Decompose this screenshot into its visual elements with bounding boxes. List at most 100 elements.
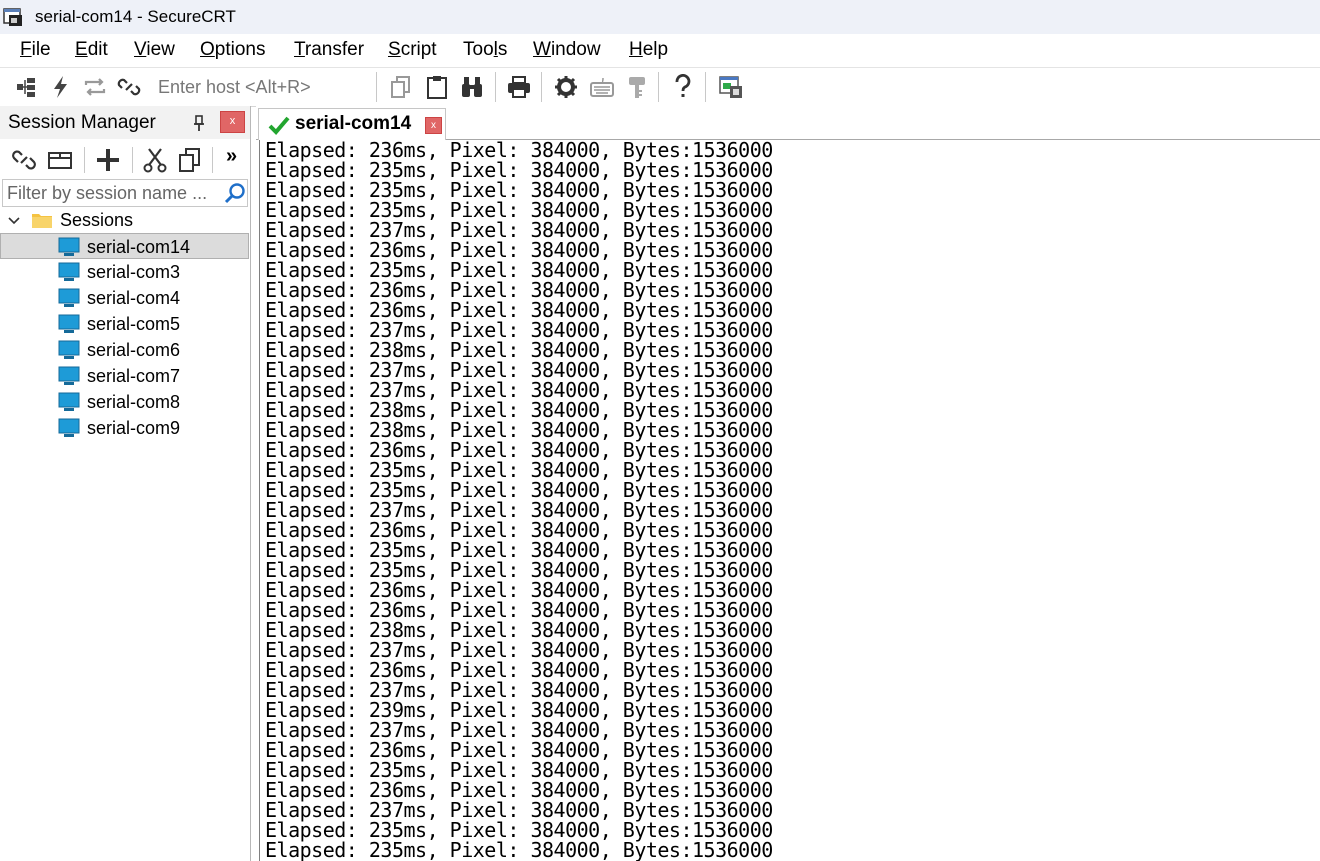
close-icon: x [431, 120, 436, 131]
session-label: serial-com7 [87, 366, 181, 386]
session-manager-panel: Session Manager x » Filter by session na… [0, 106, 251, 861]
terminal-line: Elapsed: 236ms, Pixel: 384000, Bytes:153… [265, 598, 773, 622]
menu-tools[interactable]: Tools [463, 39, 507, 61]
print-icon[interactable] [506, 74, 532, 100]
terminal-line: Elapsed: 235ms, Pixel: 384000, Bytes:153… [265, 478, 773, 502]
search-icon[interactable] [223, 182, 247, 204]
host-input[interactable] [152, 74, 382, 100]
session-item-serial-com14[interactable]: serial-com14 [0, 233, 249, 259]
session-manager-toolbar: » [0, 139, 250, 179]
toolbar-separator [658, 72, 659, 102]
terminal-line: Elapsed: 236ms, Pixel: 384000, Bytes:153… [265, 438, 773, 462]
reconnect-icon[interactable] [82, 74, 108, 100]
serial-session-icon [58, 418, 80, 437]
session-item-serial-com4[interactable]: serial-com4 [0, 285, 249, 311]
paste-icon[interactable] [424, 74, 450, 100]
menu-help[interactable]: Help [629, 39, 668, 61]
terminal-line: Elapsed: 235ms, Pixel: 384000, Bytes:153… [265, 538, 773, 562]
terminal-line: Elapsed: 237ms, Pixel: 384000, Bytes:153… [265, 378, 773, 402]
session-label: serial-com6 [87, 340, 181, 360]
folder-icon [32, 214, 52, 228]
terminal-line: Elapsed: 236ms, Pixel: 384000, Bytes:153… [265, 778, 773, 802]
terminal-line: Elapsed: 237ms, Pixel: 384000, Bytes:153… [265, 358, 773, 382]
session-manager-title: Session Manager [8, 112, 156, 133]
session-item-serial-com5[interactable]: serial-com5 [0, 311, 249, 337]
terminal-line: Elapsed: 236ms, Pixel: 384000, Bytes:153… [265, 238, 773, 262]
menu-file[interactable]: File [20, 39, 51, 61]
menu-transfer[interactable]: Transfer [294, 39, 364, 61]
menu-edit[interactable]: Edit [75, 39, 108, 61]
terminal-line: Elapsed: 236ms, Pixel: 384000, Bytes:153… [265, 518, 773, 542]
tab-serial-com14[interactable]: serial-com14 x [258, 108, 446, 140]
add-session-icon[interactable] [94, 146, 122, 174]
help-icon[interactable] [670, 74, 696, 100]
disconnect-icon[interactable] [116, 74, 142, 100]
terminal-line: Elapsed: 238ms, Pixel: 384000, Bytes:153… [265, 338, 773, 362]
settings-icon[interactable] [553, 74, 579, 100]
terminal-line: Elapsed: 238ms, Pixel: 384000, Bytes:153… [265, 418, 773, 442]
session-manager-close-button[interactable]: x [220, 111, 245, 133]
quick-connect-icon[interactable] [48, 74, 74, 100]
menu-options[interactable]: Options [200, 39, 265, 61]
copy-session-icon[interactable] [176, 146, 204, 174]
session-item-serial-com6[interactable]: serial-com6 [0, 337, 249, 363]
toolbar-separator [84, 147, 85, 173]
toolbar-separator [705, 72, 706, 102]
session-filter-input[interactable] [5, 181, 219, 205]
session-item-serial-com7[interactable]: serial-com7 [0, 363, 249, 389]
session-manager-header: Session Manager x [0, 106, 250, 139]
terminal-line: Elapsed: 237ms, Pixel: 384000, Bytes:153… [265, 678, 773, 702]
tab-close-button[interactable]: x [425, 117, 442, 134]
terminal-line: Elapsed: 235ms, Pixel: 384000, Bytes:153… [265, 558, 773, 582]
title-bar: serial-com14 - SecureCRT [0, 0, 1320, 34]
toolbar-separator [376, 72, 377, 102]
terminal-line: Elapsed: 237ms, Pixel: 384000, Bytes:153… [265, 218, 773, 242]
window-title: serial-com14 - SecureCRT [35, 7, 236, 26]
serial-session-icon [58, 288, 80, 307]
menu-script[interactable]: Script [388, 39, 437, 61]
chevron-down-icon[interactable] [6, 210, 22, 230]
cut-icon[interactable] [141, 146, 169, 174]
terminal-line: Elapsed: 235ms, Pixel: 384000, Bytes:153… [265, 178, 773, 202]
session-tab-strip: serial-com14 x [256, 106, 1320, 140]
terminal-line: Elapsed: 237ms, Pixel: 384000, Bytes:153… [265, 498, 773, 522]
serial-session-icon [58, 262, 80, 281]
copy-icon[interactable] [389, 74, 415, 100]
terminal-line: Elapsed: 235ms, Pixel: 384000, Bytes:153… [265, 198, 773, 222]
pin-icon[interactable] [189, 113, 209, 133]
terminal-line: Elapsed: 235ms, Pixel: 384000, Bytes:153… [265, 838, 773, 861]
session-item-serial-com3[interactable]: serial-com3 [0, 259, 249, 285]
toolbar-separator [541, 72, 542, 102]
terminal-line: Elapsed: 235ms, Pixel: 384000, Bytes:153… [265, 258, 773, 282]
terminal-line: Elapsed: 236ms, Pixel: 384000, Bytes:153… [265, 278, 773, 302]
overflow-chevron-icon[interactable]: » [226, 142, 254, 170]
session-item-serial-com8[interactable]: serial-com8 [0, 389, 249, 415]
session-label: serial-com9 [87, 418, 181, 438]
open-in-tab-icon[interactable] [46, 146, 74, 174]
terminal-line: Elapsed: 236ms, Pixel: 384000, Bytes:153… [265, 738, 773, 762]
session-label: serial-com14 [87, 237, 191, 257]
sessions-folder[interactable]: Sessions [0, 207, 249, 233]
terminal-line: Elapsed: 236ms, Pixel: 384000, Bytes:153… [265, 140, 773, 162]
keymap-icon[interactable] [589, 74, 615, 100]
terminal-line: Elapsed: 235ms, Pixel: 384000, Bytes:153… [265, 158, 773, 182]
toolbar-separator [212, 147, 213, 173]
key-agent-icon[interactable] [624, 74, 650, 100]
terminal-line: Elapsed: 235ms, Pixel: 384000, Bytes:153… [265, 758, 773, 782]
link-icon[interactable] [10, 146, 38, 174]
session-label: serial-com4 [87, 288, 181, 308]
session-item-serial-com9[interactable]: serial-com9 [0, 415, 249, 441]
terminal-line: Elapsed: 237ms, Pixel: 384000, Bytes:153… [265, 718, 773, 742]
terminal-line: Elapsed: 238ms, Pixel: 384000, Bytes:153… [265, 618, 773, 642]
sftp-icon[interactable] [718, 74, 744, 100]
session-filter [2, 179, 248, 207]
close-icon: x [229, 115, 236, 127]
menu-view[interactable]: View [134, 39, 175, 61]
toolbar-separator [495, 72, 496, 102]
terminal-line: Elapsed: 237ms, Pixel: 384000, Bytes:153… [265, 798, 773, 822]
connect-in-tab-icon[interactable] [14, 74, 40, 100]
terminal-line: Elapsed: 235ms, Pixel: 384000, Bytes:153… [265, 458, 773, 482]
terminal-output[interactable]: Elapsed: 236ms, Pixel: 384000, Bytes:153… [259, 140, 1320, 861]
menu-window[interactable]: Window [533, 39, 601, 61]
find-icon[interactable] [459, 74, 485, 100]
